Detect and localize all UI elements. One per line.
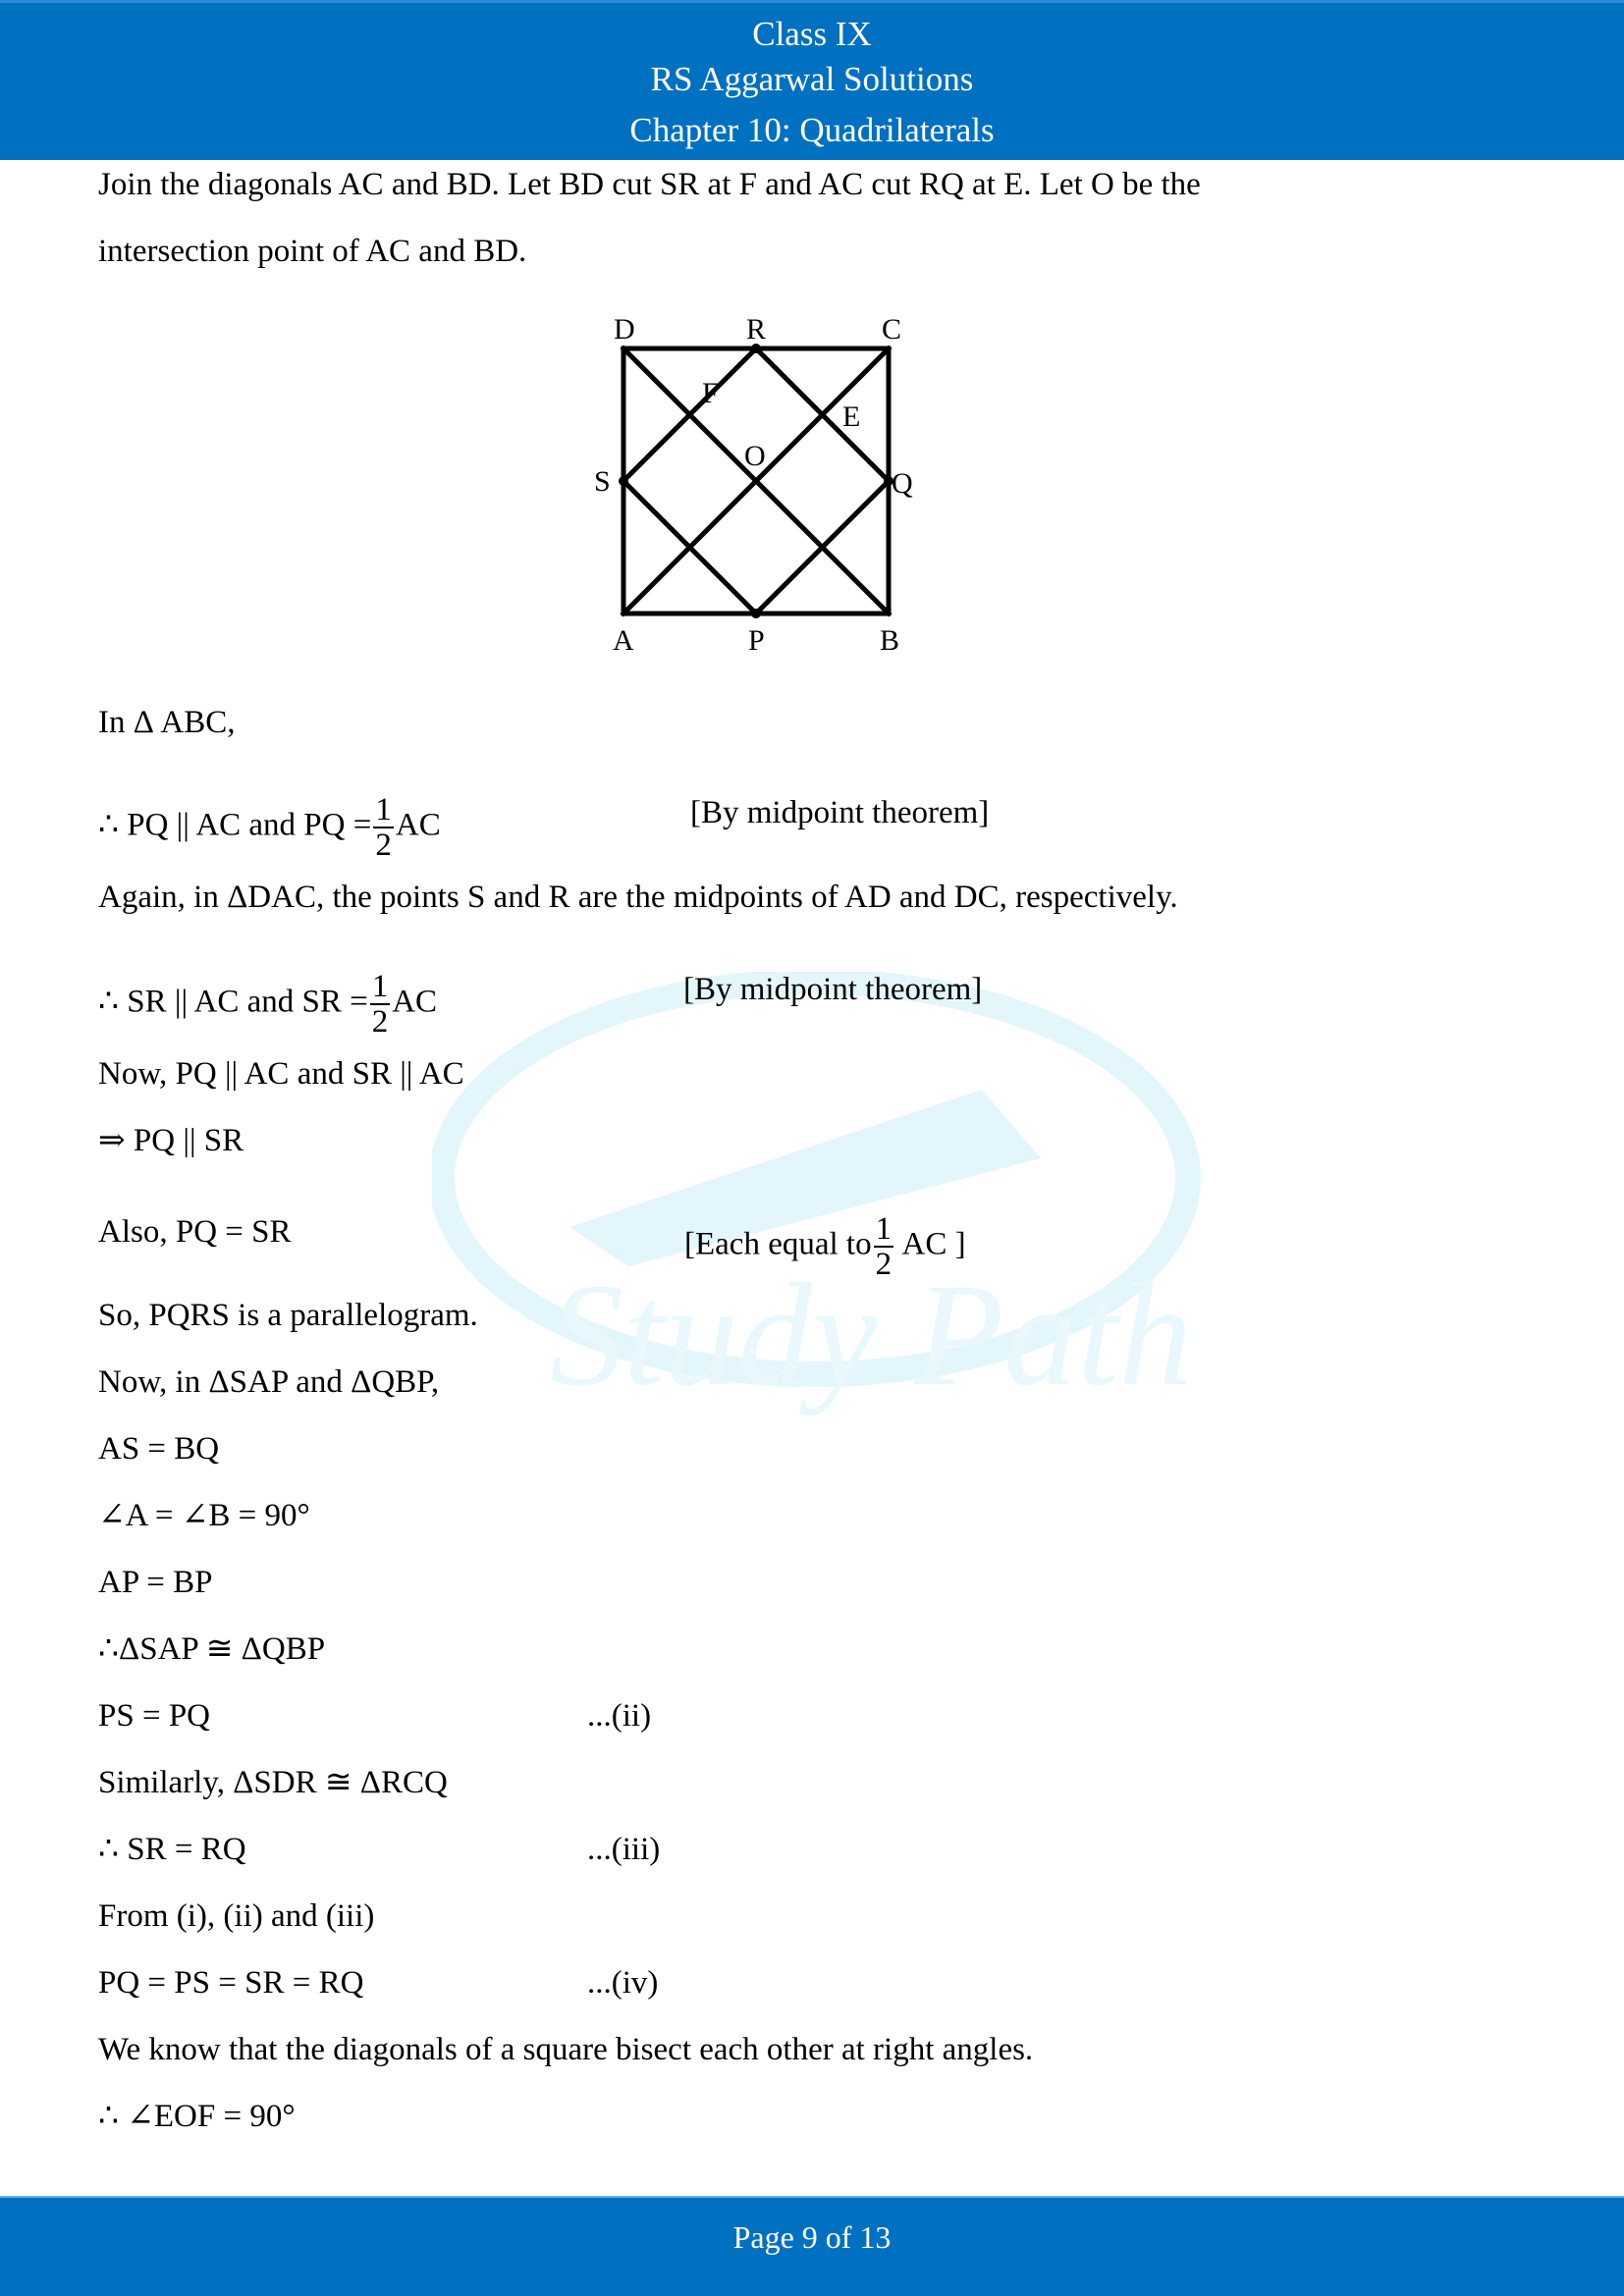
ref-iv: ...(iv) <box>587 1965 659 2001</box>
in-triangle-abc: In Δ ABC, <box>98 705 236 740</box>
square-diagram: D R C F E O S Q A P B <box>594 313 913 657</box>
ref-iii: ...(iii) <box>587 1832 661 1867</box>
ref-ii: ...(ii) <box>587 1698 652 1734</box>
fraction-half: 12 <box>873 1211 894 1282</box>
label-r: R <box>746 313 766 346</box>
again-dac: Again, in ΔDAC, the points S and R are t… <box>98 880 1178 915</box>
page-number: Page 9 of 13 <box>732 2219 892 2255</box>
label-q: Q <box>892 467 913 500</box>
also-equal: Also, PQ = SR <box>98 1214 292 1250</box>
parallelogram-conclusion: So, PQRS is a parallelogram. <box>98 1298 478 1333</box>
label-c: C <box>882 313 901 346</box>
label-f: F <box>702 377 719 409</box>
ps-pq: PS = PQ <box>98 1698 211 1734</box>
now-parallel: Now, PQ || AC and SR || AC <box>98 1056 464 1092</box>
reason-midpoint-2: [By midpoint theorem] <box>683 972 983 1007</box>
label-o: O <box>744 440 766 472</box>
label-p: P <box>748 624 765 657</box>
header-chapter: Chapter 10: Quadrilaterals <box>629 111 995 149</box>
label-e: E <box>842 400 860 433</box>
ap-bp: AP = BP <box>98 1565 213 1600</box>
angle-eof: ∴ ∠EOF = 90° <box>98 2099 296 2134</box>
intro-line-1: Join the diagonals AC and BD. Let BD cut… <box>98 167 1201 202</box>
implies-parallel: ⇒ PQ || SR <box>98 1123 244 1158</box>
diagonals-fact: We know that the diagonals of a square b… <box>98 2032 1034 2067</box>
from-references: From (i), (ii) and (iii) <box>98 1898 375 1934</box>
label-a: A <box>613 624 634 657</box>
pq-midpoint-statement: ∴ PQ || AC and PQ = 1 2 AC <box>98 792 441 863</box>
congruent-sap-qbp: ∴ΔSAP ≅ ΔQBP <box>98 1631 326 1667</box>
page-header: Class IX RS Aggarwal Solutions Chapter 1… <box>0 0 1624 160</box>
header-class: Class IX <box>752 15 872 53</box>
all-sides-equal: PQ = PS = SR = RQ <box>98 1965 364 2001</box>
label-s: S <box>594 465 611 498</box>
point-p <box>751 609 761 618</box>
fraction-half: 12 <box>373 792 394 863</box>
label-b: B <box>880 624 899 657</box>
reason-midpoint-1: [By midpoint theorem] <box>690 795 990 830</box>
now-triangles: Now, in ΔSAP and ΔQBP, <box>98 1364 440 1400</box>
page-footer: Page 9 of 13 <box>0 2196 1624 2296</box>
sr-midpoint-statement: ∴ SR || AC and SR = 1 2 AC <box>98 969 438 1040</box>
intro-line-2: intersection point of AC and BD. <box>98 234 527 269</box>
label-d: D <box>614 313 635 346</box>
sr-rq: ∴ SR = RQ <box>98 1832 246 1867</box>
similarly-congruent: Similarly, ΔSDR ≅ ΔRCQ <box>98 1765 448 1800</box>
header-book: RS Aggarwal Solutions <box>650 60 974 98</box>
as-bq: AS = BQ <box>98 1431 220 1467</box>
point-s <box>619 476 628 486</box>
fraction-half: 12 <box>369 969 391 1040</box>
reason-each-equal: [Each equal to 1 2 AC ] <box>684 1211 966 1282</box>
angles-90: ∠A = ∠B = 90° <box>98 1498 310 1533</box>
